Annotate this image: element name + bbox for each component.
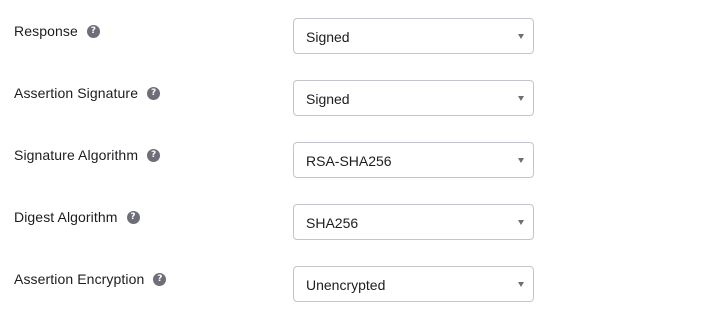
signature-algorithm-label: Signature Algorithm: [14, 147, 139, 163]
question-circle-icon[interactable]: ?: [126, 210, 140, 224]
assertion-encryption-label: Assertion Encryption: [14, 271, 145, 287]
chevron-down-icon: [518, 96, 524, 101]
digest-algorithm-label-group: Digest Algorithm ?: [14, 204, 140, 230]
assertion-encryption-row: Assertion Encryption ? Unencrypted: [0, 266, 701, 304]
digest-algorithm-label: Digest Algorithm: [14, 209, 118, 225]
chevron-down-icon: [518, 34, 524, 39]
assertion-signature-select-value: Signed: [306, 91, 350, 107]
chevron-down-icon: [518, 158, 524, 163]
digest-algorithm-select-value: SHA256: [306, 215, 359, 231]
signature-algorithm-row: Signature Algorithm ? RSA-SHA256: [0, 142, 701, 180]
assertion-signature-label-group: Assertion Signature ?: [14, 80, 161, 106]
question-circle-icon[interactable]: ?: [147, 86, 161, 100]
chevron-down-icon: [518, 282, 524, 287]
assertion-encryption-select[interactable]: Unencrypted: [293, 266, 534, 302]
assertion-signature-row: Assertion Signature ? Signed: [0, 80, 701, 118]
assertion-encryption-label-group: Assertion Encryption ?: [14, 266, 167, 292]
digest-algorithm-select[interactable]: SHA256: [293, 204, 534, 240]
assertion-signature-select[interactable]: Signed: [293, 80, 534, 116]
response-label-group: Response ?: [14, 18, 100, 44]
response-row: Response ? Signed: [0, 18, 701, 56]
assertion-signature-label: Assertion Signature: [14, 85, 139, 101]
question-circle-icon[interactable]: ?: [147, 148, 161, 162]
signature-algorithm-select-value: RSA-SHA256: [306, 153, 392, 169]
chevron-down-icon: [518, 220, 524, 225]
signature-algorithm-label-group: Signature Algorithm ?: [14, 142, 161, 168]
response-label: Response: [14, 23, 78, 39]
question-circle-icon[interactable]: ?: [86, 24, 100, 38]
response-select-value: Signed: [306, 29, 350, 45]
digest-algorithm-row: Digest Algorithm ? SHA256: [0, 204, 701, 242]
assertion-encryption-select-value: Unencrypted: [306, 277, 386, 293]
response-select[interactable]: Signed: [293, 18, 534, 54]
signature-algorithm-select[interactable]: RSA-SHA256: [293, 142, 534, 178]
question-circle-icon[interactable]: ?: [153, 272, 167, 286]
